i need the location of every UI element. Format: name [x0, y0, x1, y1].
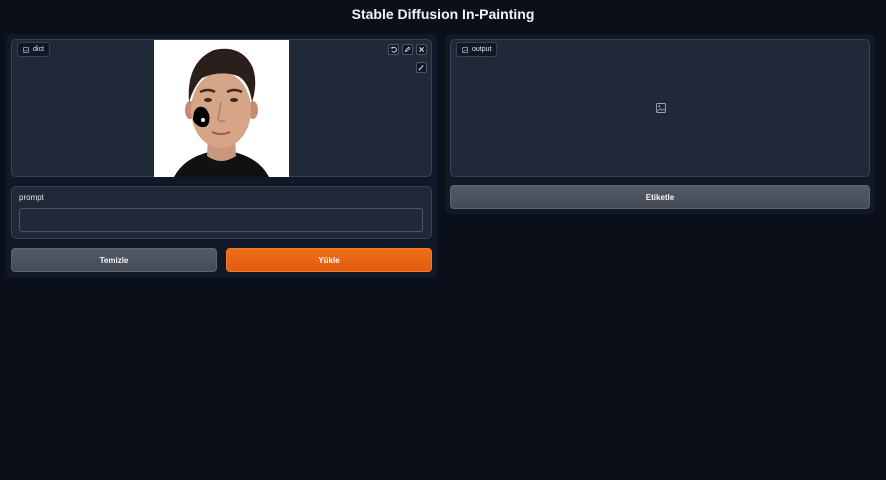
brush-icon [418, 65, 424, 71]
edit-button[interactable] [402, 44, 413, 55]
dict-label-text: dict [33, 45, 44, 53]
submit-button-label: Yükle [318, 255, 340, 265]
output-panel: output [450, 39, 870, 177]
page-title: Stable Diffusion In-Painting [351, 6, 535, 22]
undo-button[interactable] [388, 44, 399, 55]
image-icon [462, 46, 468, 53]
portrait-image[interactable] [154, 40, 289, 177]
submit-button[interactable]: Yükle [226, 248, 432, 272]
image-icon [23, 46, 29, 53]
dict-label: dict [17, 42, 50, 57]
prompt-label: prompt [19, 193, 44, 202]
app-page: Stable Diffusion In-Painting dict prompt… [0, 0, 886, 480]
undo-icon [390, 46, 397, 53]
clear-button[interactable]: Temizle [11, 248, 217, 272]
tag-button[interactable]: Etiketle [450, 185, 870, 209]
pencil-icon [404, 46, 411, 53]
tag-button-label: Etiketle [645, 192, 675, 202]
image-editor-panel[interactable]: dict [11, 39, 432, 177]
portrait-drawing [154, 40, 289, 177]
close-icon [419, 47, 424, 52]
clear-button-label: Temizle [99, 255, 129, 265]
clear-image-button[interactable] [416, 44, 427, 55]
output-label-text: output [472, 45, 492, 53]
brush-button[interactable] [416, 62, 427, 73]
prompt-input[interactable] [19, 208, 423, 232]
image-placeholder-icon [656, 103, 666, 113]
prompt-panel: prompt [11, 186, 432, 239]
output-label: output [456, 42, 498, 57]
